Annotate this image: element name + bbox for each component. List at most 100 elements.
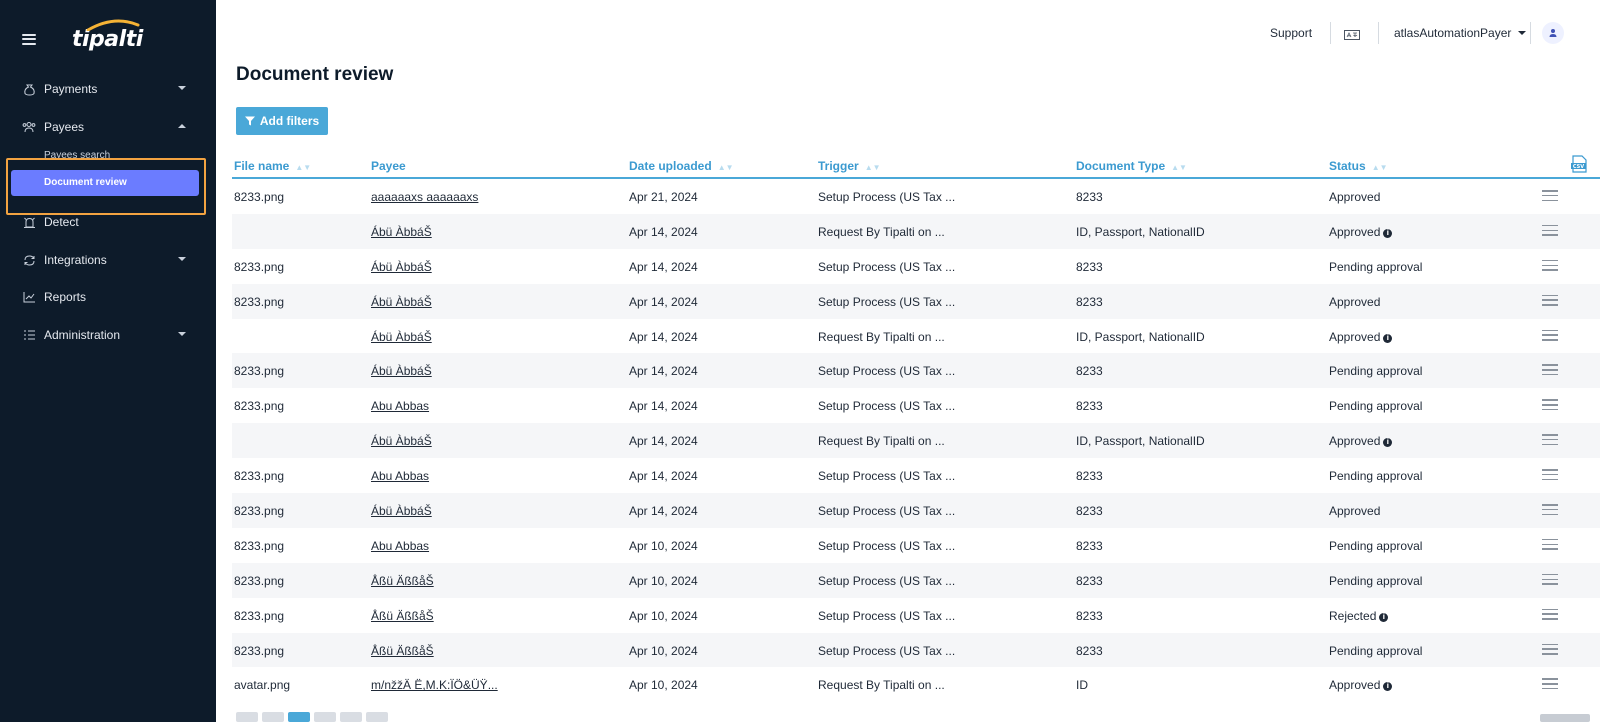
- cell-payee[interactable]: Ábü ÀbbáŠ: [371, 330, 432, 344]
- cell-trigger: Setup Process (US Tax ...: [818, 574, 955, 588]
- table-row[interactable]: 8233.png Ábü ÀbbáŠ Apr 14, 2024 Setup Proce…: [232, 353, 1600, 389]
- table-header: File name ▲▼ Payee Date uploaded ▲▼ Trigge…: [232, 155, 1600, 179]
- cell-payee[interactable]: Abu Abbas: [371, 539, 429, 553]
- row-menu-icon[interactable]: [1542, 190, 1558, 201]
- row-menu-icon[interactable]: [1542, 573, 1558, 585]
- sidebar-item-payees[interactable]: Payees: [0, 112, 216, 142]
- page-button[interactable]: [366, 712, 388, 722]
- page-button[interactable]: [262, 712, 284, 722]
- row-menu-icon[interactable]: [1542, 643, 1558, 655]
- cell-document-type: ID, Passport, NationalID: [1076, 434, 1205, 448]
- page-button-current[interactable]: [288, 712, 310, 722]
- column-header-trigger[interactable]: Trigger ▲▼: [818, 159, 881, 173]
- row-menu-icon[interactable]: [1542, 224, 1558, 236]
- cell-date-uploaded: Apr 14, 2024: [629, 260, 698, 274]
- avatar[interactable]: [1542, 22, 1564, 44]
- cell-date-uploaded: Apr 14, 2024: [629, 295, 698, 309]
- sidebar-subitem-document-review[interactable]: Document review: [11, 170, 199, 196]
- table-row[interactable]: Ábü ÀbbáŠ Apr 14, 2024 Request By Tipalti …: [232, 319, 1600, 354]
- row-menu-icon[interactable]: [1542, 469, 1558, 481]
- row-menu-icon[interactable]: [1542, 329, 1558, 341]
- column-header-file-name[interactable]: File name ▲▼: [234, 159, 311, 173]
- sort-icon: ▲▼: [1171, 163, 1187, 172]
- column-header-date-uploaded[interactable]: Date uploaded ▲▼: [629, 159, 734, 173]
- cell-payee[interactable]: Ábü ÀbbáŠ: [371, 504, 432, 518]
- cell-payee[interactable]: Ábü ÀbbáŠ: [371, 225, 432, 239]
- cell-date-uploaded-text: Apr 14, 2024: [629, 504, 698, 519]
- language-icon[interactable]: [1344, 27, 1360, 45]
- cell-date-uploaded-text: Apr 14, 2024: [629, 469, 698, 484]
- page-button[interactable]: [314, 712, 336, 722]
- cell-document-type-text: 8233: [1076, 399, 1103, 414]
- page-size-select[interactable]: [1540, 714, 1590, 722]
- cell-trigger-text: Setup Process (US Tax ...: [818, 364, 956, 379]
- table-row[interactable]: 8233.png Åßü ÄßßåŠ Apr 10, 2024 Setup Proce…: [232, 598, 1600, 633]
- cell-file-name: 8233.png: [234, 574, 284, 588]
- cell-payee[interactable]: aaaaaaxs aaaaaaxs: [371, 190, 478, 204]
- table-row[interactable]: 8233.png Ábü ÀbbáŠ Apr 14, 2024 Setup Proce…: [232, 249, 1600, 284]
- table-row[interactable]: 8233.png Abu Abbas Apr 10, 2024 Setup Proce…: [232, 528, 1600, 563]
- sidebar-item-integrations[interactable]: Integrations: [0, 245, 216, 275]
- cell-payee[interactable]: m/nžžÄ Ë,M.K:ÏÖ&ÜŸ...: [371, 678, 498, 692]
- cell-document-type: 8233: [1076, 399, 1103, 413]
- row-menu-icon[interactable]: [1542, 259, 1558, 271]
- table-row[interactable]: 8233.png Åßü ÄßßåŠ Apr 10, 2024 Setup Proce…: [232, 632, 1600, 668]
- caret-down-icon[interactable]: [1518, 31, 1526, 35]
- table-row[interactable]: 8233.png Abu Abbas Apr 14, 2024 Setup Proce…: [232, 388, 1600, 423]
- cell-payee[interactable]: Åßü ÄßßåŠ: [371, 574, 434, 588]
- user-menu[interactable]: atlasAutomationPayer: [1394, 26, 1511, 40]
- row-menu-icon[interactable]: [1542, 364, 1558, 376]
- sidebar-item-payments[interactable]: Payments: [0, 74, 216, 104]
- cell-payee[interactable]: Ábü ÀbbáŠ: [371, 260, 432, 274]
- sidebar-item-label: Administration: [44, 328, 121, 342]
- info-icon[interactable]: i: [1383, 228, 1393, 238]
- cell-payee[interactable]: Ábü ÀbbáŠ: [371, 295, 432, 309]
- sidebar-item-reports[interactable]: Reports: [0, 282, 216, 312]
- cell-payee-text: m/nžžÄ Ë,M.K:ÏÖ&ÜŸ...: [371, 678, 498, 693]
- cell-payee[interactable]: Åßü ÄßßåŠ: [371, 644, 434, 658]
- info-icon[interactable]: i: [1383, 438, 1393, 448]
- cell-payee[interactable]: Ábü ÀbbáŠ: [371, 434, 432, 448]
- cell-date-uploaded-text: Apr 21, 2024: [629, 190, 698, 204]
- table-row[interactable]: 8233.png Abu Abbas Apr 14, 2024 Setup Proce…: [232, 458, 1600, 493]
- table-row[interactable]: 8233.png aaaaaaxs aaaaaaxs Apr 21, 2024 Set…: [232, 179, 1600, 214]
- column-header-status[interactable]: Status ▲▼: [1329, 159, 1388, 173]
- row-menu-icon[interactable]: [1542, 538, 1558, 550]
- row-menu-icon[interactable]: [1542, 434, 1558, 446]
- page-button[interactable]: [236, 712, 258, 722]
- table-row[interactable]: 8233.png Ábü ÀbbáŠ Apr 14, 2024 Setup Proce…: [232, 493, 1600, 528]
- table-row[interactable]: 8233.png Ábü ÀbbáŠ Apr 14, 2024 Setup Proce…: [232, 283, 1600, 319]
- page-button[interactable]: [340, 712, 362, 722]
- info-icon[interactable]: i: [1383, 682, 1393, 692]
- cell-status: Pending approval: [1329, 539, 1422, 553]
- info-icon[interactable]: i: [1383, 333, 1393, 343]
- row-menu-icon[interactable]: [1542, 678, 1558, 690]
- cell-document-type-text: ID, Passport, NationalID: [1076, 224, 1205, 239]
- cell-payee[interactable]: Ábü ÀbbáŠ: [371, 364, 432, 378]
- add-filters-button[interactable]: Add filters: [236, 107, 328, 135]
- table-row[interactable]: avatar.png m/nžžÄ Ë,M.K:ÏÖ&ÜŸ... Apr 10, 2…: [232, 667, 1600, 702]
- cell-payee[interactable]: Abu Abbas: [371, 399, 429, 413]
- tipalti-logo[interactable]: tipalti: [72, 19, 143, 52]
- cell-payee[interactable]: Abu Abbas: [371, 469, 429, 483]
- cell-payee-text: Abu Abbas: [371, 469, 430, 484]
- cell-status: Rejected i: [1329, 609, 1389, 623]
- cell-payee[interactable]: Åßü ÄßßåŠ: [371, 609, 434, 623]
- table-row[interactable]: Ábü ÀbbáŠ Apr 14, 2024 Request By Tipalti …: [232, 213, 1600, 249]
- cell-document-type: 8233: [1076, 295, 1103, 309]
- info-icon[interactable]: i: [1379, 612, 1389, 622]
- column-header-payee[interactable]: Payee: [371, 159, 406, 173]
- row-menu-icon[interactable]: [1542, 504, 1558, 516]
- table-row[interactable]: Ábü ÀbbáŠ Apr 14, 2024 Request By Tipalti …: [232, 423, 1600, 459]
- sidebar-item-detect[interactable]: Detect: [0, 207, 216, 237]
- row-menu-icon[interactable]: [1542, 608, 1558, 620]
- row-menu-icon[interactable]: [1542, 399, 1558, 411]
- support-link[interactable]: Support: [1270, 26, 1312, 40]
- sidebar-subitem-payees-search[interactable]: Payees search: [0, 146, 216, 166]
- column-header-document-type[interactable]: Document Type ▲▼: [1076, 159, 1187, 173]
- csv-export-icon[interactable]: CSV: [1570, 155, 1588, 178]
- row-menu-icon[interactable]: [1542, 294, 1558, 306]
- table-row[interactable]: 8233.png Åßü ÄßßåŠ Apr 10, 2024 Setup Proce…: [232, 562, 1600, 598]
- sidebar-item-administration[interactable]: Administration: [0, 320, 216, 350]
- menu-icon[interactable]: [22, 33, 36, 45]
